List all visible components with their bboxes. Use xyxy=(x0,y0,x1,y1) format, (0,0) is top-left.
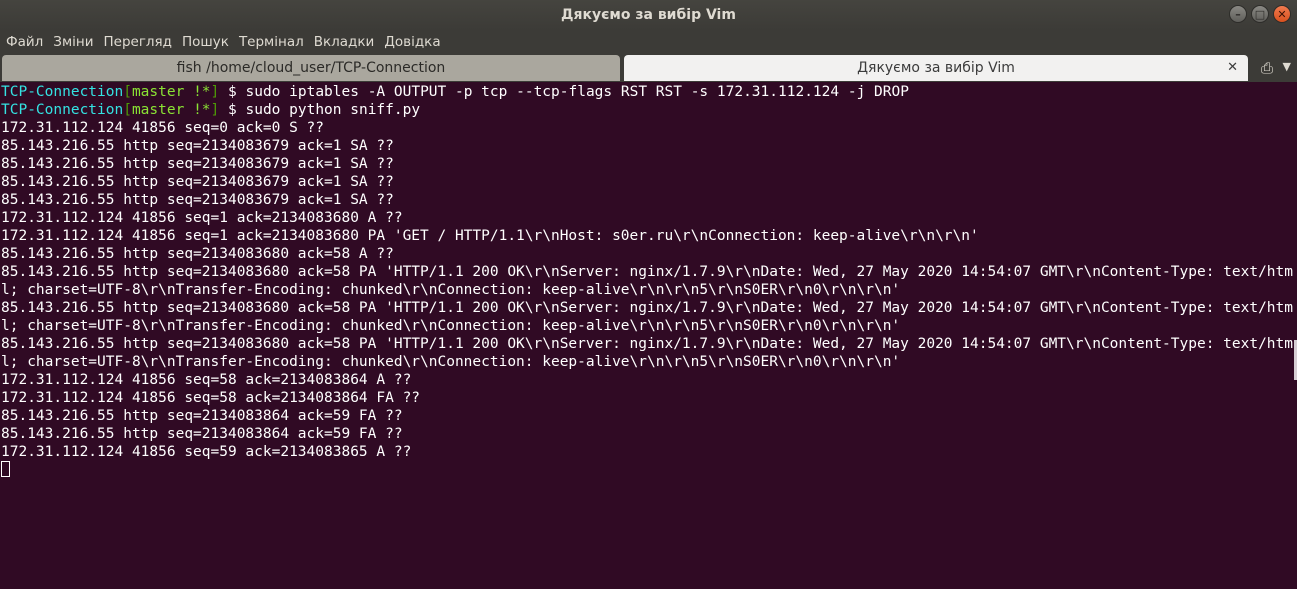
output-line: 85.143.216.55 http seq=2134083680 ack=58… xyxy=(1,264,1294,298)
output-line: 172.31.112.124 41856 seq=59 ack=21340838… xyxy=(1,444,412,460)
minimize-icon[interactable]: – xyxy=(1229,5,1247,23)
output-line: 85.143.216.55 http seq=2134083680 ack=58… xyxy=(1,300,1294,334)
output-line: 85.143.216.55 http seq=2134083679 ack=1 … xyxy=(1,138,394,154)
prompt-bracket-close: ] xyxy=(210,102,220,118)
menu-bar: Файл Зміни Перегляд Пошук Термінал Вклад… xyxy=(0,30,1297,54)
prompt-bracket-open: [ xyxy=(123,84,132,100)
menu-help[interactable]: Довідка xyxy=(379,34,445,50)
menu-file[interactable]: Файл xyxy=(0,34,48,50)
output-line: 85.143.216.55 http seq=2134083679 ack=1 … xyxy=(1,192,394,208)
prompt-bracket-close: ] xyxy=(210,84,220,100)
prompt-mark: !* xyxy=(184,84,211,100)
output-line: 85.143.216.55 http seq=2134083680 ack=58… xyxy=(1,246,394,262)
prompt-bracket-open: [ xyxy=(123,102,132,118)
tab-label: fish /home/cloud_user/TCP-Connection xyxy=(176,60,446,76)
tab-label: Дякуємо за вибір Vim xyxy=(857,60,1015,76)
output-line: 85.143.216.55 http seq=2134083679 ack=1 … xyxy=(1,174,394,190)
output-line: 85.143.216.55 http seq=2134083864 ack=59… xyxy=(1,408,403,424)
menu-tabs[interactable]: Вкладки xyxy=(309,34,380,50)
cursor-line xyxy=(1,461,1296,479)
terminal-window: Дякуємо за вибір Vim – □ ✕ Файл Зміни Пе… xyxy=(0,0,1297,589)
menu-edit[interactable]: Зміни xyxy=(48,34,98,50)
prompt-line: TCP-Connection[master !*] $ sudo iptable… xyxy=(1,83,1296,101)
output-line: 172.31.112.124 41856 seq=1 ack=213408368… xyxy=(1,228,979,244)
prompt-symbol: $ xyxy=(219,84,246,100)
tab-bar: fish /home/cloud_user/TCP-Connection Дяк… xyxy=(0,54,1297,82)
command-text: sudo python sniff.py xyxy=(245,102,421,118)
chevron-down-icon[interactable]: ▼ xyxy=(1283,60,1291,73)
prompt-branch: master xyxy=(131,102,185,118)
tab-close-icon[interactable]: ✕ xyxy=(1227,60,1238,75)
output-line: 172.31.112.124 41856 seq=1 ack=213408368… xyxy=(1,210,403,226)
text-cursor xyxy=(1,461,10,477)
output-line: 172.31.112.124 41856 seq=0 ack=0 S ?? xyxy=(1,120,325,136)
prompt-symbol: $ xyxy=(219,102,246,118)
tab-fish[interactable]: fish /home/cloud_user/TCP-Connection xyxy=(2,55,620,81)
output-line: 85.143.216.55 http seq=2134083864 ack=59… xyxy=(1,426,403,442)
terminal-output[interactable]: TCP-Connection[master !*] $ sudo iptable… xyxy=(0,82,1297,589)
maximize-icon[interactable]: □ xyxy=(1251,5,1269,23)
prompt-line: TCP-Connection[master !*] $ sudo python … xyxy=(1,101,1296,119)
output-line: 172.31.112.124 41856 seq=58 ack=21340838… xyxy=(1,390,421,406)
output-line: 85.143.216.55 http seq=2134083680 ack=58… xyxy=(1,336,1294,370)
command-text: sudo iptables -A OUTPUT -p tcp --tcp-fla… xyxy=(245,84,909,100)
output-line: 85.143.216.55 http seq=2134083679 ack=1 … xyxy=(1,156,394,172)
window-controls: – □ ✕ xyxy=(1229,5,1291,23)
prompt-dir: TCP-Connection xyxy=(1,102,124,118)
prompt-mark: !* xyxy=(184,102,211,118)
output-line: 172.31.112.124 41856 seq=58 ack=21340838… xyxy=(1,372,412,388)
title-bar[interactable]: Дякуємо за вибір Vim – □ ✕ xyxy=(0,0,1297,30)
tab-vim[interactable]: Дякуємо за вибір Vim ✕ xyxy=(624,55,1248,81)
new-tab-icon[interactable]: ⎙ xyxy=(1261,59,1273,77)
window-title: Дякуємо за вибір Vim xyxy=(561,7,736,23)
close-icon[interactable]: ✕ xyxy=(1273,5,1291,23)
menu-view[interactable]: Перегляд xyxy=(99,34,178,50)
prompt-branch: master xyxy=(131,84,185,100)
prompt-dir: TCP-Connection xyxy=(1,84,124,100)
menu-terminal[interactable]: Термінал xyxy=(234,34,309,50)
menu-search[interactable]: Пошук xyxy=(177,34,234,50)
